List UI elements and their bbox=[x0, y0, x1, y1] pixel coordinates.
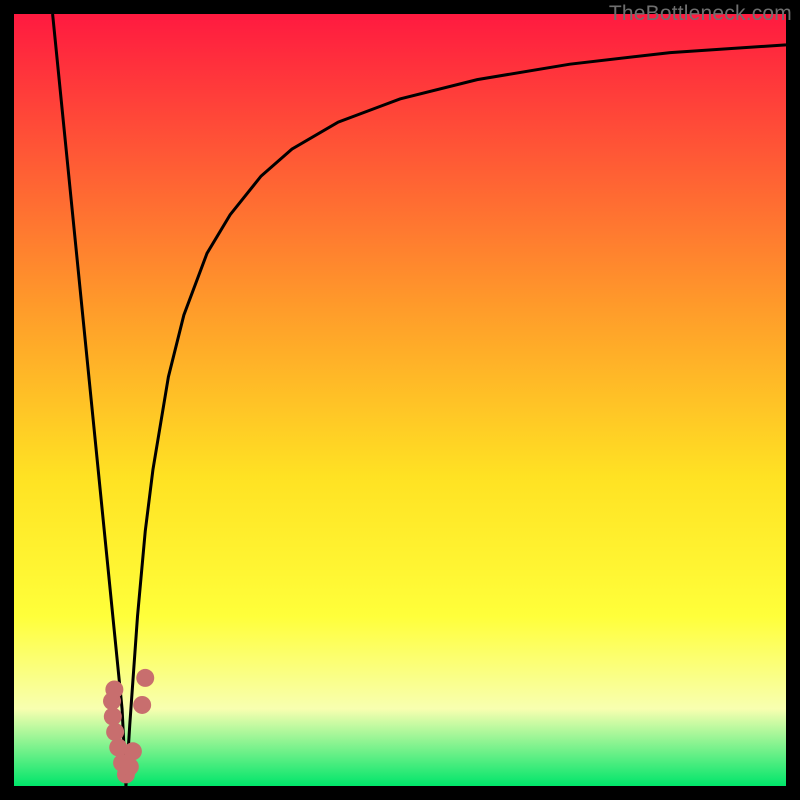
bottleneck-chart bbox=[14, 14, 786, 786]
data-marker bbox=[136, 669, 154, 687]
data-marker bbox=[124, 742, 142, 760]
data-marker bbox=[133, 696, 151, 714]
watermark-text: TheBottleneck.com bbox=[609, 2, 792, 26]
data-marker bbox=[106, 723, 124, 741]
data-marker bbox=[103, 692, 121, 710]
data-marker bbox=[104, 708, 122, 726]
data-marker bbox=[121, 758, 139, 776]
gradient-background bbox=[14, 14, 786, 786]
